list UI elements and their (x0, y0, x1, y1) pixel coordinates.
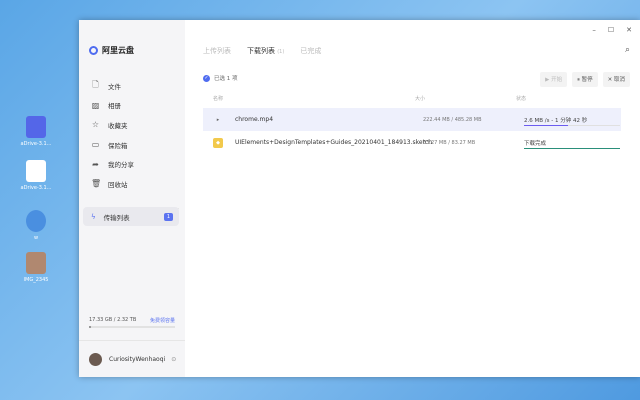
table-row[interactable]: ◆ UIElements+DesignTemplates+Guides_2021… (203, 131, 621, 154)
storage-bar (89, 326, 175, 328)
share-icon: ➦ (92, 159, 99, 169)
logo-icon (89, 46, 98, 55)
sidebar-item-files[interactable]: 🗋 文件 (85, 76, 179, 96)
settings-icon[interactable]: ⊙ (171, 356, 176, 363)
photo-icon: ▨ (91, 100, 100, 110)
avatar (89, 352, 102, 366)
lightning-icon: ϟ (91, 212, 96, 221)
sidebar-item-favorites[interactable]: ☆ 收藏夹 (85, 115, 179, 135)
sidebar-item-shares[interactable]: ➦ 我的分享 (85, 154, 179, 174)
tab-completed[interactable]: 已完成 (300, 46, 321, 56)
maximize-button[interactable]: ☐ (608, 26, 614, 34)
desktop-icon[interactable]: aDrive-3.1... (14, 116, 58, 147)
user-profile[interactable]: CuriosityWenhaoqi ⊙ (79, 340, 185, 377)
select-all[interactable]: ✓ 已选 1 项 (203, 74, 238, 82)
pause-button[interactable]: ⏸ 暂停 (572, 72, 598, 87)
sidebar-item-photos[interactable]: ▨ 相册 (85, 96, 179, 116)
check-icon: ✓ (203, 74, 210, 82)
table-row[interactable]: ▸ chrome.mp4 222.44 MB / 485.28 MB 2.6 M… (203, 108, 621, 131)
sidebar: 阿里云盘 🗋 文件 ▨ 相册 ☆ 收藏夹 ▭ 保险箱 ➦ 我的分享 🗑 回收站 ϟ 传输列表 1… (79, 20, 185, 377)
trash-icon: 🗑 (91, 179, 102, 189)
search-icon[interactable]: ⌕ (625, 45, 630, 55)
start-button[interactable]: ▶ 开始 (540, 72, 568, 87)
progress-bar (524, 147, 620, 149)
cancel-button[interactable]: ✕ 取消 (602, 72, 630, 87)
star-icon: ☆ (91, 120, 100, 130)
minimize-button[interactable]: – (592, 26, 596, 34)
sidebar-item-safe[interactable]: ▭ 保险箱 (85, 135, 179, 155)
get-storage-link[interactable]: 免费领容量 (150, 317, 175, 324)
file-icon: 🗋 (92, 79, 99, 89)
video-file-icon: ▸ (216, 116, 220, 123)
desktop-icon[interactable]: aDrive-3.1... (14, 160, 58, 191)
safe-icon: ▭ (91, 140, 100, 150)
app-window: 阿里云盘 🗋 文件 ▨ 相册 ☆ 收藏夹 ▭ 保险箱 ➦ 我的分享 🗑 回收站 ϟ 传输列表 1… (79, 20, 640, 377)
progress-bar (524, 124, 620, 126)
desktop-icon[interactable]: w (14, 210, 58, 241)
sidebar-item-trash[interactable]: 🗑 回收站 (85, 174, 179, 194)
sidebar-item-transfer[interactable]: ϟ 传输列表 1 (83, 207, 179, 226)
sketch-file-icon: ◆ (213, 137, 223, 148)
close-button[interactable]: ✕ (626, 26, 632, 34)
desktop-icon[interactable]: IMG_2345 (14, 252, 58, 283)
app-logo: 阿里云盘 (89, 45, 134, 56)
transfer-badge: 1 (163, 212, 173, 221)
tab-upload[interactable]: 上传列表 (203, 46, 231, 56)
tab-download[interactable]: 下载列表 (1) (247, 46, 284, 56)
storage-usage: 17.33 GB / 2.32 TB (89, 317, 137, 323)
